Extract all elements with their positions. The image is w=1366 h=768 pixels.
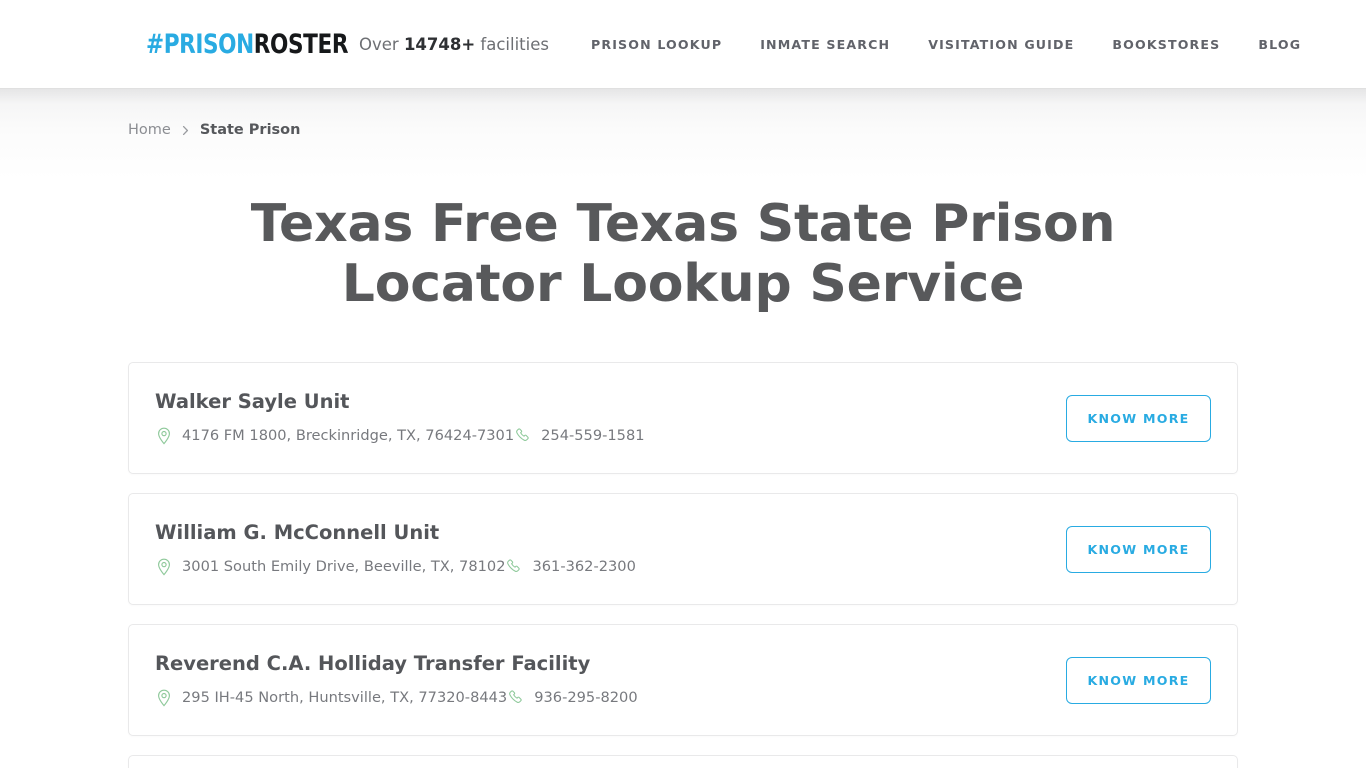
main-navigation: PRISON LOOKUP INMATE SEARCH VISITATION G… — [591, 37, 1301, 52]
facility-address-text: 3001 South Emily Drive, Beeville, TX, 78… — [182, 558, 506, 576]
map-pin-icon — [155, 427, 173, 445]
map-pin-icon — [155, 689, 173, 707]
nav-item-bookstores[interactable]: BOOKSTORES — [1112, 37, 1220, 52]
facility-card[interactable]: Walker Sayle Unit 4176 FM 1800, Breckinr… — [128, 362, 1238, 474]
facility-name: Reverend C.A. Holliday Transfer Facility — [155, 652, 591, 676]
facility-phone: 936-295-8200 — [507, 689, 638, 707]
facility-address-text: 4176 FM 1800, Breckinridge, TX, 76424-73… — [182, 427, 515, 445]
facilities-count-label: Over 14748+ facilities — [359, 35, 549, 54]
facility-address: 3001 South Emily Drive, Beeville, TX, 78… — [155, 558, 505, 576]
facility-address-text: 295 IH-45 North, Huntsville, TX, 77320-8… — [182, 689, 508, 707]
facility-address: 295 IH-45 North, Huntsville, TX, 77320-8… — [155, 689, 507, 707]
chevron-right-icon — [180, 125, 191, 136]
facilities-prefix: Over — [359, 34, 404, 54]
site-logo[interactable]: #PRISONROSTER — [146, 28, 348, 60]
facility-card-info: Reverend C.A. Holliday Transfer Facility… — [155, 652, 1066, 707]
facility-meta-row: 4176 FM 1800, Breckinridge, TX, 76424-73… — [155, 427, 1066, 445]
phone-icon — [514, 427, 532, 445]
header-inner: #PRISONROSTER Over 14748+ facilities PRI… — [0, 31, 1366, 58]
breadcrumb-current: State Prison — [199, 122, 301, 138]
facility-phone-text: 254-559-1581 — [541, 427, 645, 445]
logo-accent-text: #PRISON — [146, 28, 254, 60]
breadcrumb-home-link[interactable]: Home — [128, 122, 171, 138]
know-more-button[interactable]: KNOW MORE — [1066, 394, 1211, 442]
know-more-button[interactable]: KNOW MORE — [1066, 525, 1211, 573]
phone-icon — [505, 558, 523, 576]
facility-card[interactable] — [128, 755, 1238, 768]
breadcrumb: Home State Prison — [128, 89, 1238, 138]
facility-card[interactable]: Reverend C.A. Holliday Transfer Facility… — [128, 624, 1238, 736]
facility-card[interactable]: William G. McConnell Unit 3001 South Emi… — [128, 493, 1238, 605]
logo-dark-text: ROSTER — [253, 28, 349, 60]
nav-item-blog[interactable]: BLOG — [1258, 37, 1301, 52]
facility-meta-row: 3001 South Emily Drive, Beeville, TX, 78… — [155, 558, 1066, 576]
page-body: Home State Prison Texas Free Texas State… — [0, 89, 1366, 768]
map-pin-icon — [155, 558, 173, 576]
facility-phone-text: 936-295-8200 — [534, 689, 638, 707]
content-container: Home State Prison Texas Free Texas State… — [128, 89, 1238, 768]
page-title: Texas Free Texas State Prison Locator Lo… — [128, 194, 1238, 314]
know-more-button[interactable]: KNOW MORE — [1066, 656, 1211, 704]
facility-list: Walker Sayle Unit 4176 FM 1800, Breckinr… — [128, 362, 1238, 768]
facilities-suffix: facilities — [475, 34, 549, 54]
nav-item-inmate-search[interactable]: INMATE SEARCH — [760, 37, 890, 52]
facility-address: 4176 FM 1800, Breckinridge, TX, 76424-73… — [155, 427, 514, 445]
facility-name: Walker Sayle Unit — [155, 390, 350, 414]
facilities-number: 14748+ — [403, 34, 476, 54]
facility-phone: 254-559-1581 — [514, 427, 645, 445]
facility-meta-row: 295 IH-45 North, Huntsville, TX, 77320-8… — [155, 689, 1066, 707]
facility-phone: 361-362-2300 — [505, 558, 636, 576]
site-header: #PRISONROSTER Over 14748+ facilities PRI… — [0, 0, 1366, 104]
page-title-line-1: Texas Free Texas State Prison — [250, 194, 1116, 254]
nav-item-prison-lookup[interactable]: PRISON LOOKUP — [591, 37, 722, 52]
facility-card-info: Walker Sayle Unit 4176 FM 1800, Breckinr… — [155, 390, 1066, 445]
nav-item-visitation-guide[interactable]: VISITATION GUIDE — [928, 37, 1074, 52]
facility-phone-text: 361-362-2300 — [532, 558, 636, 576]
facility-name: William G. McConnell Unit — [155, 521, 440, 545]
page-title-line-2: Locator Lookup Service — [341, 254, 1025, 314]
facility-card-info: William G. McConnell Unit 3001 South Emi… — [155, 521, 1066, 576]
phone-icon — [507, 689, 525, 707]
